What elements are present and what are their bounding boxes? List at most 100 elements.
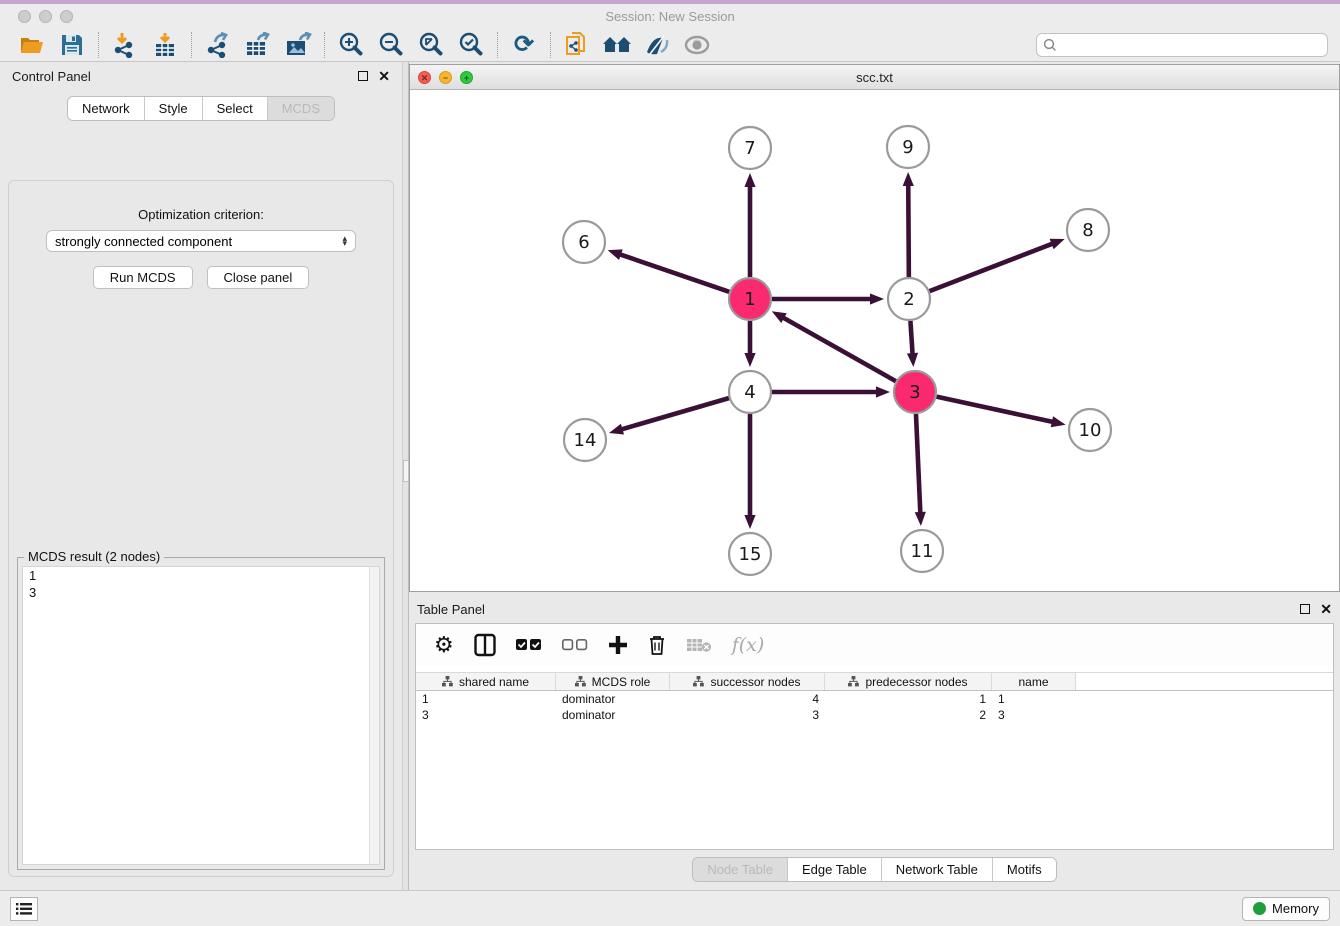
select-stepper-icon: ▴▾ (342, 236, 347, 246)
export-image-icon[interactable] (278, 30, 318, 60)
memory-button[interactable]: Memory (1242, 897, 1330, 921)
edge-3-10[interactable] (936, 397, 1053, 422)
criterion-select[interactable]: strongly connected component ▴▾ (46, 230, 356, 252)
table-tab-edge-table[interactable]: Edge Table (788, 858, 882, 881)
table-panel-tabs: Node TableEdge TableNetwork TableMotifs (409, 857, 1340, 882)
column-header-label: successor nodes (710, 675, 800, 689)
column-header-successor-nodes[interactable]: successor nodes (670, 673, 825, 690)
refresh-icon[interactable]: ⟳ (504, 30, 544, 60)
table-panel-title: Table Panel (417, 602, 485, 617)
edge-arrowhead (876, 386, 890, 397)
edge-arrowhead (870, 293, 884, 304)
network-window-titlebar[interactable]: ✕ − + scc.txt (410, 65, 1339, 90)
column-header-shared-name[interactable]: shared name (416, 673, 556, 690)
column-view-icon[interactable] (474, 633, 496, 657)
table-cell[interactable]: 1 (825, 691, 992, 707)
open-file-icon[interactable] (12, 30, 52, 60)
close-table-panel-icon[interactable]: ✕ (1320, 602, 1332, 616)
tab-style[interactable]: Style (145, 97, 203, 120)
tab-select[interactable]: Select (203, 97, 268, 120)
edge-arrowhead (772, 311, 787, 323)
search-field[interactable] (1036, 33, 1328, 57)
zoom-fit-icon[interactable] (411, 30, 451, 60)
node-label-8: 8 (1082, 220, 1093, 241)
node-label-15: 15 (739, 544, 762, 565)
table-cell[interactable]: 4 (670, 691, 825, 707)
tab-network[interactable]: Network (68, 97, 145, 120)
edge-1-6[interactable] (619, 254, 729, 292)
table-cell[interactable]: dominator (556, 691, 670, 707)
edge-2-3[interactable] (910, 321, 912, 355)
table-tab-node-table[interactable]: Node Table (693, 858, 788, 881)
edge-2-9[interactable] (908, 184, 909, 277)
clone-network-icon[interactable] (557, 30, 597, 60)
task-history-button[interactable] (10, 897, 38, 921)
settings-gear-icon[interactable]: ⚙ (434, 634, 454, 656)
zoom-selected-icon[interactable] (451, 30, 491, 60)
edge-4-14[interactable] (621, 398, 729, 430)
show-graphics-details-icon[interactable] (677, 30, 717, 60)
run-mcds-button[interactable]: Run MCDS (93, 266, 193, 289)
table-row[interactable]: 1dominator411 (416, 691, 1333, 707)
home-layout-icon[interactable] (597, 30, 637, 60)
control-panel-tabs: NetworkStyleSelectMCDS (0, 96, 402, 121)
mcds-result-textarea[interactable]: 13 (22, 566, 380, 865)
table-cell[interactable]: 1 (992, 691, 1076, 707)
add-column-icon[interactable] (608, 635, 628, 655)
edge-arrowhead (1051, 416, 1066, 427)
node-table: shared name MCDS role successor nodes prede… (416, 672, 1333, 849)
toolbar-separator (191, 32, 192, 58)
search-input[interactable] (1062, 38, 1321, 52)
select-all-checked-icon[interactable] (516, 639, 542, 652)
table-tab-network-table[interactable]: Network Table (882, 858, 993, 881)
table-cell[interactable]: 2 (825, 707, 992, 723)
network-view-window: ✕ − + scc.txt 7968124314101511 (409, 64, 1340, 592)
table-panel-header: Table Panel ✕ (409, 595, 1340, 623)
edge-3-1[interactable] (782, 317, 896, 381)
export-network-icon[interactable] (198, 30, 238, 60)
close-panel-icon[interactable]: ✕ (378, 69, 390, 83)
table-cell[interactable]: 3 (416, 707, 556, 723)
deselect-all-icon[interactable] (562, 639, 588, 652)
export-table-icon[interactable] (238, 30, 278, 60)
table-cell[interactable]: dominator (556, 707, 670, 723)
panel-splitter[interactable] (402, 62, 409, 890)
edge-3-11[interactable] (916, 414, 920, 514)
table-row[interactable]: 3dominator323 (416, 707, 1333, 723)
edge-arrowhead (744, 173, 755, 187)
network-close-button[interactable]: ✕ (418, 71, 431, 84)
result-scrollbar[interactable] (369, 567, 379, 864)
style-preview-icon[interactable] (637, 30, 677, 60)
zoom-in-icon[interactable] (331, 30, 371, 60)
column-header-label: shared name (459, 675, 529, 689)
mcds-result-groupbox: MCDS result (2 nodes) 13 (17, 557, 385, 870)
table-cell[interactable]: 3 (670, 707, 825, 723)
import-table-icon[interactable] (145, 30, 185, 60)
node-label-7: 7 (744, 138, 755, 159)
float-panel-icon[interactable] (358, 71, 368, 81)
float-table-panel-icon[interactable] (1300, 604, 1310, 614)
delete-column-icon[interactable] (648, 634, 666, 656)
column-header-MCDS-role[interactable]: MCDS role (556, 673, 670, 690)
tab-mcds[interactable]: MCDS (268, 97, 334, 120)
zoom-out-icon[interactable] (371, 30, 411, 60)
table-tab-motifs[interactable]: Motifs (993, 858, 1056, 881)
table-cell[interactable]: 3 (992, 707, 1076, 723)
import-network-icon[interactable] (105, 30, 145, 60)
result-line: 3 (23, 584, 379, 601)
window-title: Session: New Session (0, 9, 1340, 24)
network-canvas[interactable]: 7968124314101511 (410, 90, 1339, 591)
mcds-panel: Optimization criterion: strongly connect… (8, 180, 394, 877)
column-header-predecessor-nodes[interactable]: predecessor nodes (825, 673, 992, 690)
node-label-2: 2 (903, 289, 914, 310)
save-session-icon[interactable] (52, 30, 92, 60)
network-minimize-button[interactable]: − (439, 71, 452, 84)
column-header-label: predecessor nodes (865, 675, 967, 689)
network-zoom-button[interactable]: + (460, 71, 473, 84)
close-panel-button[interactable]: Close panel (207, 266, 310, 289)
column-header-name[interactable]: name (992, 673, 1076, 690)
table-cell[interactable]: 1 (416, 691, 556, 707)
memory-status-icon (1253, 902, 1266, 915)
edge-arrowhead (608, 249, 623, 260)
edge-2-8[interactable] (930, 243, 1054, 291)
